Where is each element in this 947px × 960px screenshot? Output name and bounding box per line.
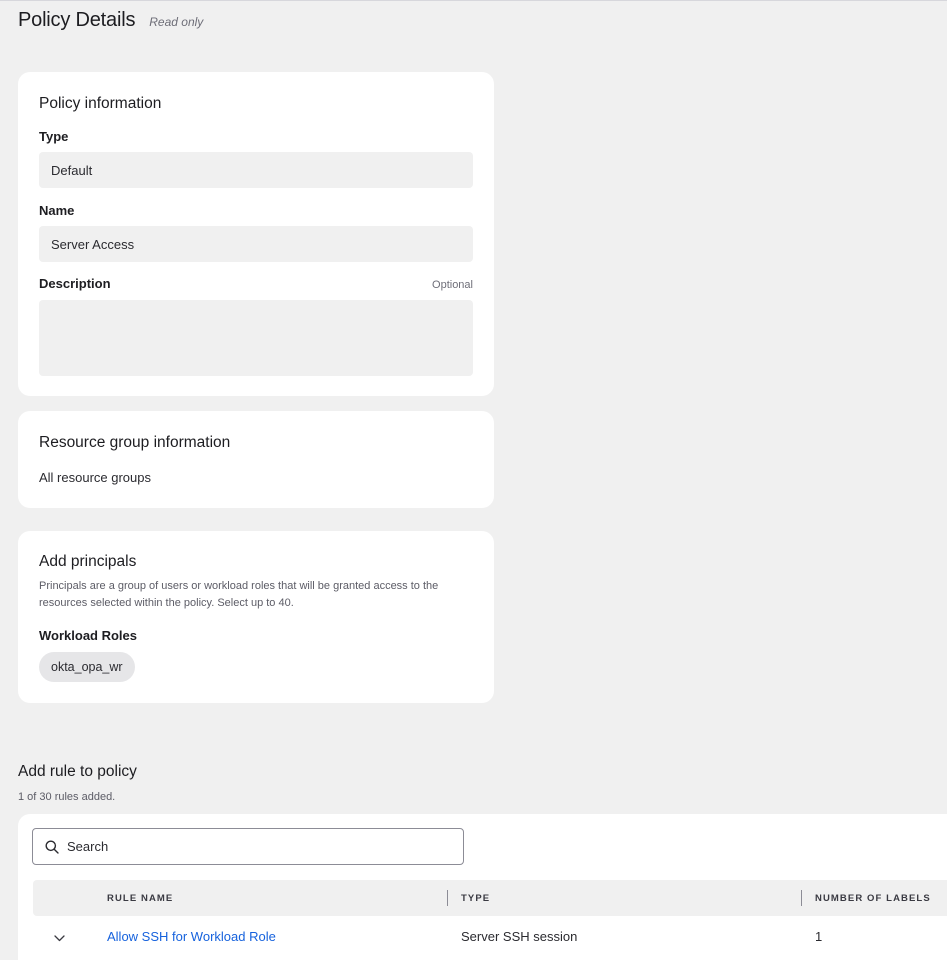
name-field: Server Access xyxy=(39,226,473,262)
description-label: Description xyxy=(39,276,111,291)
rule-type-cell: Server SSH session xyxy=(461,928,578,944)
policy-information-card: Policy information Type Default Name Ser… xyxy=(18,72,494,396)
description-label-row: Description Optional xyxy=(39,276,473,291)
search-icon xyxy=(45,840,59,854)
rule-name-link[interactable]: Allow SSH for Workload Role xyxy=(107,916,276,956)
table-row: Allow SSH for Workload Role Server SSH s… xyxy=(33,916,947,956)
read-only-badge: Read only xyxy=(149,15,204,29)
rule-label-count-cell: 1 xyxy=(815,928,823,944)
resource-group-title: Resource group information xyxy=(39,434,231,451)
chevron-down-icon xyxy=(53,934,65,941)
description-field xyxy=(39,300,473,376)
table-header: RULE NAME TYPE NUMBER OF LABELS xyxy=(33,880,947,916)
policy-information-title: Policy information xyxy=(39,95,162,112)
column-divider[interactable] xyxy=(447,890,448,906)
column-header-number-of-labels[interactable]: NUMBER OF LABELS xyxy=(815,880,931,916)
column-divider[interactable] xyxy=(801,890,802,906)
expand-row-button[interactable] xyxy=(49,928,69,948)
optional-hint: Optional xyxy=(432,279,473,291)
policy-details-page: Policy Details Read only Policy informat… xyxy=(0,0,947,960)
column-header-rule-name[interactable]: RULE NAME xyxy=(107,880,173,916)
resource-group-value: All resource groups xyxy=(39,470,151,485)
rules-table-card: RULE NAME TYPE NUMBER OF LABELS Allow SS… xyxy=(18,814,947,960)
column-header-type[interactable]: TYPE xyxy=(461,880,490,916)
workload-roles-label: Workload Roles xyxy=(39,628,138,643)
resource-group-card: Resource group information All resource … xyxy=(18,411,494,508)
type-field: Default xyxy=(39,152,473,188)
type-label: Type xyxy=(39,129,69,144)
search-box[interactable] xyxy=(32,828,464,865)
page-header: Policy Details Read only xyxy=(18,9,203,32)
page-title: Policy Details xyxy=(18,9,136,31)
workload-role-chip: okta_opa_wr xyxy=(39,652,135,682)
add-principals-title: Add principals xyxy=(39,553,137,570)
principals-help-text: Principals are a group of users or workl… xyxy=(39,580,439,609)
rules-count: 1 of 30 rules added. xyxy=(18,791,116,803)
workload-roles-list: okta_opa_wr xyxy=(39,652,135,682)
name-label: Name xyxy=(39,203,75,218)
add-rule-title: Add rule to policy xyxy=(18,763,137,780)
search-input[interactable] xyxy=(67,839,427,854)
add-principals-card: Add principals Principals are a group of… xyxy=(18,531,494,703)
